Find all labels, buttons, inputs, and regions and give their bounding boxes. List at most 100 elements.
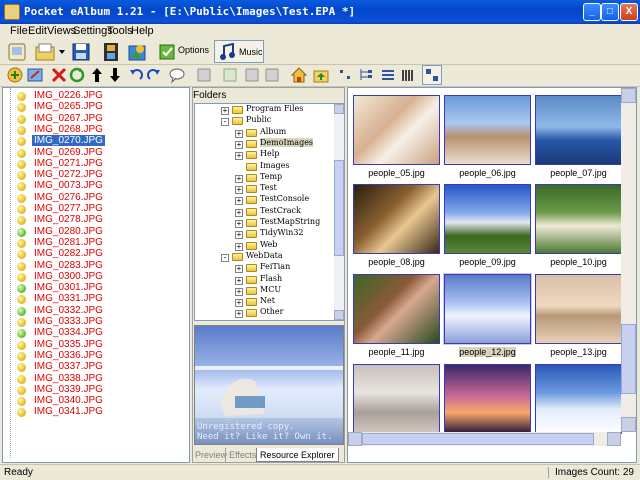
collapse-icon[interactable]: - [221,253,229,262]
secondary-toolbar [0,65,640,87]
open-album-icon[interactable] [34,41,56,63]
expand-icon[interactable]: + [235,129,243,138]
list-view-icon[interactable] [380,66,396,84]
scroll-down-arrow[interactable] [334,310,344,320]
thumbnail-image[interactable] [353,95,440,165]
expand-icon[interactable]: + [235,140,243,149]
open-dropdown-icon[interactable] [58,47,66,55]
thumbnail-image[interactable] [535,274,622,344]
expand-icon[interactable]: + [235,299,243,308]
thumbnail-image[interactable] [443,273,532,345]
expand-icon[interactable]: + [235,287,243,296]
minimize-button[interactable]: _ [583,3,601,21]
view-grid-icon[interactable] [196,66,212,84]
file-list-item[interactable]: IMG_0341.JPG [3,406,189,418]
thumbnail-image[interactable] [444,364,531,434]
expand-icon[interactable]: + [235,174,243,183]
scroll-up-arrow[interactable] [621,88,636,103]
folder-tree[interactable]: + Program Files - Public + Album + DemoImages + H… [194,103,344,321]
details-view-icon[interactable] [400,66,416,84]
thumbnail-image[interactable] [444,95,531,165]
image-status-icon [17,284,26,294]
thumbnail-caption: people_05.jpg [368,168,425,178]
thumbnail-grid[interactable]: people_05.jpg people_06.jpg people_07.jpg p… [347,87,637,463]
expand-icon[interactable]: + [235,220,243,228]
refresh-icon[interactable] [68,66,86,84]
app-icon [4,4,20,20]
scroll-thumb[interactable] [362,433,594,445]
expand-icon[interactable]: + [235,242,243,251]
comment-icon[interactable] [168,66,186,84]
thumbnail-image[interactable] [353,274,440,344]
options-label[interactable]: Options [178,45,209,55]
expand-icon[interactable]: + [235,186,243,195]
expand-icon[interactable]: + [235,265,243,274]
thumbnail-horizontal-scrollbar[interactable] [348,432,621,446]
thumbnail-image[interactable] [444,184,531,254]
thumbnail-view-icon[interactable] [422,65,442,85]
folder-tree-scrollbar[interactable] [334,104,344,320]
album-effects-icon[interactable] [126,41,148,63]
expand-icon[interactable]: + [235,310,243,319]
thumbnail-image[interactable] [535,184,622,254]
expand-icon[interactable]: + [235,152,243,161]
thumbnail-vertical-scrollbar[interactable] [621,88,636,432]
file-name: IMG_0281.JPG [34,236,103,248]
menu-help[interactable]: Help [131,25,154,37]
expand-icon[interactable]: + [235,231,243,240]
expand-icon[interactable]: + [235,208,243,217]
collapse-icon[interactable]: - [221,118,229,127]
scroll-left-arrow[interactable] [348,432,362,446]
image-status-icon [17,159,26,169]
film-icon[interactable] [100,41,122,63]
scroll-thumb[interactable] [621,324,636,394]
image-status-icon [17,216,26,226]
menu-file[interactable]: File [10,25,28,37]
undo-icon[interactable] [128,66,144,84]
rotate-icon[interactable] [222,66,238,84]
image-file-list[interactable]: IMG_0226.JPG IMG_0265.JPG IMG_0267.JPG IMG_… [2,87,190,463]
scroll-thumb[interactable] [334,160,344,256]
image-status-icon [17,340,26,350]
up-folder-icon[interactable] [312,66,330,84]
tab-resource-explorer[interactable]: Resource Explorer [256,448,339,462]
move-up-icon[interactable] [90,66,104,84]
options-icon[interactable] [156,41,178,63]
expand-icon[interactable]: + [235,276,243,285]
tree-view-icon[interactable] [358,66,374,84]
close-button[interactable]: X [620,3,638,21]
image-status-icon [17,103,26,113]
thumbnail-image[interactable] [535,364,622,434]
expand-icon[interactable]: + [235,197,243,206]
folder-icon [246,139,257,148]
file-name: IMG_0301.JPG [34,282,103,294]
expand-icon[interactable]: + [221,107,229,115]
thumbnail-image[interactable] [353,184,440,254]
menu-views[interactable]: Views [47,25,76,37]
folder-tree-item[interactable]: + Other [195,307,335,319]
image-preview: Unregistered copy. Need it? Like it? Own… [194,325,344,445]
view-single-icon[interactable] [244,66,260,84]
import-icon[interactable] [26,66,44,84]
home-icon[interactable] [290,66,308,84]
move-down-icon[interactable] [108,66,122,84]
scroll-up-arrow[interactable] [334,104,344,114]
scroll-down-arrow[interactable] [621,417,636,432]
music-button[interactable]: Music [214,40,264,63]
thumbnail-image[interactable] [535,95,622,165]
thumbnail-image[interactable] [353,364,440,434]
new-album-icon[interactable] [6,41,28,63]
menu-tools[interactable]: Tools [107,25,133,37]
add-images-icon[interactable] [6,66,24,84]
redo-icon[interactable] [146,66,162,84]
menu-edit[interactable]: Edit [28,25,47,37]
folder-icon [246,241,257,250]
delete-icon[interactable] [50,66,68,84]
maximize-button[interactable]: □ [601,3,619,21]
view-double-icon[interactable] [264,66,280,84]
tab-effects[interactable]: Effects [225,448,259,462]
save-icon[interactable] [70,41,92,63]
folder-label: MCU [260,284,282,294]
scroll-right-arrow[interactable] [607,432,621,446]
sort-icon[interactable] [338,66,354,84]
